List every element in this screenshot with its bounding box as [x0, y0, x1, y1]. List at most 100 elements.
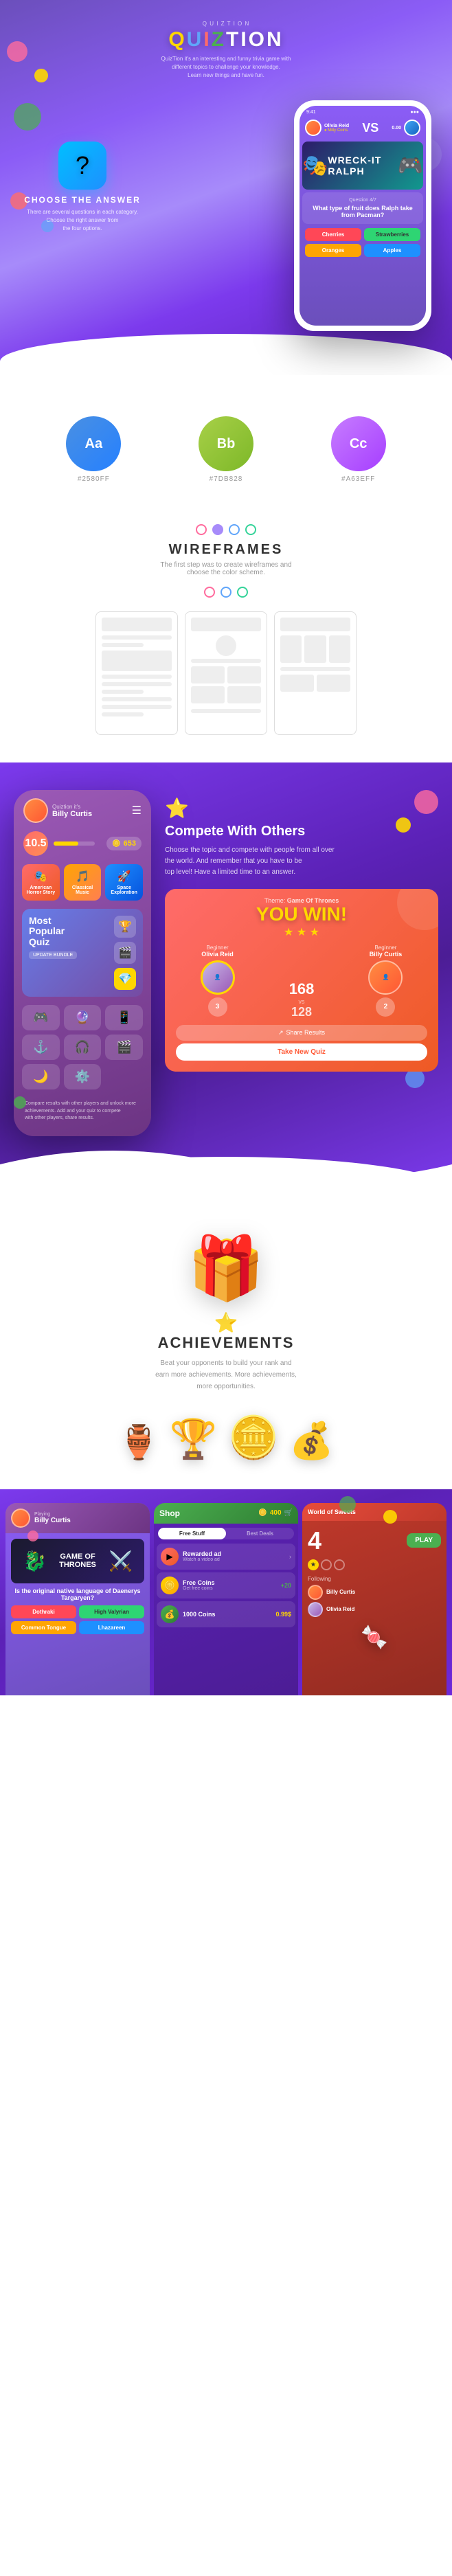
popular-quiz-header: MostPopularQuiz UPDATE BUNDLE 🏆 🎬 💎	[29, 916, 136, 990]
qa-lhazareen[interactable]: Lhazareen	[79, 1621, 144, 1634]
new-quiz-btn[interactable]: Take New Quiz	[176, 1043, 427, 1061]
level-progress-fill	[54, 841, 78, 846]
score-badge: 🪙 653	[106, 837, 142, 850]
player1-name: Olivia Reid	[324, 124, 349, 128]
trophy-1: 🏺	[118, 1423, 159, 1462]
trophy-icon[interactable]: 🏆	[114, 916, 136, 938]
update-badge[interactable]: UPDATE BUNDLE	[29, 951, 77, 959]
menu-icon[interactable]: ☰	[132, 804, 142, 817]
icon-anchor[interactable]: ⚓	[22, 1035, 60, 1060]
app-label: Q U I Z T I O N	[0, 21, 452, 27]
phone-mockup: 9:41 ●●● Olivia Reid ● Milly Coins VS	[294, 100, 431, 331]
right-content: ⭐ Compete With Others Choose the topic a…	[165, 790, 438, 1078]
quiz-answer-grid[interactable]: Dothraki High Valyrian Common Tongue Lha…	[11, 1605, 144, 1634]
wf-line-3	[102, 675, 172, 679]
dot-green2	[237, 587, 248, 598]
wireframes-title: WIREFRAMES	[21, 542, 431, 558]
free-coins-info: Free Coins Get free coins	[183, 1579, 277, 1591]
question-icon: ?	[76, 151, 89, 180]
shop-screen: Shop 🪙 400 🛒 Free Stuff Best Deals ▶ Rew…	[154, 1503, 298, 1695]
qa-valyrian[interactable]: High Valyrian	[79, 1605, 144, 1618]
qa-dothraki[interactable]: Dothraki	[11, 1605, 76, 1618]
thousand-coins-name: 1000 Coins	[183, 1611, 271, 1618]
wf-grid-3col	[280, 635, 350, 663]
rewarded-ad-chevron: ›	[289, 1553, 291, 1560]
shop-coins-area: 🪙 400 🛒	[258, 1509, 293, 1517]
level-number: 10.5	[23, 831, 48, 856]
icon-moon[interactable]: 🌙	[22, 1064, 60, 1089]
achievements-section: 🎁 ⭐ ACHIEVEMENTS Beat your opponents to …	[0, 1191, 452, 1489]
cat-music[interactable]: 🎵 Classical Music	[64, 864, 102, 901]
profile-subtitle: Quiztion it's	[52, 804, 92, 810]
shop-item-1000-coins[interactable]: 💰 1000 Coins 0.99$	[157, 1601, 295, 1627]
icon-game[interactable]: 🎮	[22, 1005, 60, 1030]
banner-char2: ⚔️	[109, 1550, 133, 1572]
thousand-coins-info: 1000 Coins	[183, 1611, 271, 1618]
score-vs: vs	[289, 998, 315, 1005]
cat-space[interactable]: 🚀 Space Exploration	[105, 864, 143, 901]
icon-magic[interactable]: 🔮	[64, 1005, 102, 1030]
space-icon: 🚀	[108, 870, 140, 883]
level-dot-empty2	[334, 1559, 345, 1570]
level-progress-bar	[54, 841, 95, 846]
wos-play-btn[interactable]: PLAY	[407, 1533, 441, 1548]
phone-description: Compare results with other players and u…	[19, 1095, 146, 1128]
icon-film[interactable]: 🎬	[105, 1035, 143, 1060]
achievement-star-icon: ⭐	[27, 1311, 425, 1334]
shop-item-free-coins[interactable]: 🪙 Free Coins Get free coins +20	[157, 1572, 295, 1598]
answer-strawberries[interactable]: Strawberries	[364, 228, 420, 241]
banner-char1: 🐉	[23, 1550, 47, 1572]
movie-icon[interactable]: 🎬	[114, 942, 136, 964]
diamond-icon[interactable]: 💎	[114, 968, 136, 990]
dot-pink2	[204, 587, 215, 598]
players-row: Beginner Olivia Reid 👤 3 168 vs 128 Begi…	[173, 945, 430, 1019]
tab-free-stuff[interactable]: Free Stuff	[158, 1528, 226, 1539]
shop-cart-icon[interactable]: 🛒	[284, 1509, 293, 1517]
qa-common[interactable]: Common Tongue	[11, 1621, 76, 1634]
wf-cell-1	[191, 666, 225, 683]
deco-app-circle2	[396, 817, 411, 833]
deco-app-circle3	[14, 1096, 26, 1109]
wos-avatar-2	[308, 1602, 323, 1617]
wf-grid-2	[280, 675, 350, 692]
level-score-row: 10.5 🪙 653	[19, 828, 146, 859]
tab-best-deals[interactable]: Best Deals	[226, 1528, 294, 1539]
left-phone: Quiztion it's Billy Curtis ☰ 10.5	[14, 790, 151, 1136]
wf-line-7	[102, 705, 172, 709]
total-score-right: 128	[289, 1005, 315, 1019]
phone-avatar-row: Olivia Reid ● Milly Coins VS 0.00	[300, 117, 426, 139]
wf-cell-5	[280, 635, 302, 663]
wf-frame-2	[185, 611, 267, 735]
wos-number: 4	[308, 1526, 321, 1555]
following-label: Following	[308, 1576, 441, 1582]
level-dot-empty1	[321, 1559, 332, 1570]
player2-name: Billy Curtis	[368, 951, 403, 958]
banner-title: GAME OFTHRONES	[59, 1552, 96, 1569]
free-coins-name: Free Coins	[183, 1579, 277, 1586]
thousand-coins-icon: 💰	[161, 1605, 179, 1623]
char1: 🎭	[302, 154, 328, 178]
quiz-user-avatar	[11, 1509, 30, 1528]
answer-apples[interactable]: Apples	[364, 244, 420, 257]
wos-title: World of Sweets	[308, 1509, 441, 1515]
icon-gear[interactable]: ⚙️	[64, 1064, 102, 1089]
player2-avatar: 👤	[368, 960, 403, 995]
cat-horror[interactable]: 🎭 American Horror Story	[22, 864, 60, 901]
shop-item-rewarded-ad[interactable]: ▶ Rewarded ad Watch a video ad ›	[157, 1544, 295, 1570]
you-win-text: YOU WIN!	[173, 904, 430, 925]
coin-icon: 🪙	[112, 840, 120, 848]
wos-level-dots: ★	[308, 1559, 441, 1570]
wos-header: World of Sweets	[302, 1503, 447, 1521]
share-btn[interactable]: ↗ Share Results	[176, 1025, 427, 1041]
wos-content: 4 PLAY ★ Following Billy Curtis Olivia R…	[302, 1521, 447, 1656]
answer-oranges[interactable]: Oranges	[305, 244, 361, 257]
char2: 🎮	[398, 154, 423, 178]
bottom-screens-section: Playing Billy Curtis 🐉 GAME OFTHRONES ⚔️…	[0, 1489, 452, 1695]
answer-grid[interactable]: Cherries Strawberries Oranges Apples	[300, 228, 426, 262]
icon-phone[interactable]: 📱	[105, 1005, 143, 1030]
player1-score: 3	[208, 997, 227, 1017]
profile-avatar	[23, 798, 48, 823]
answer-cherries[interactable]: Cherries	[305, 228, 361, 241]
quiz-user-info: Playing Billy Curtis	[34, 1512, 71, 1524]
icon-headphone[interactable]: 🎧	[64, 1035, 102, 1060]
